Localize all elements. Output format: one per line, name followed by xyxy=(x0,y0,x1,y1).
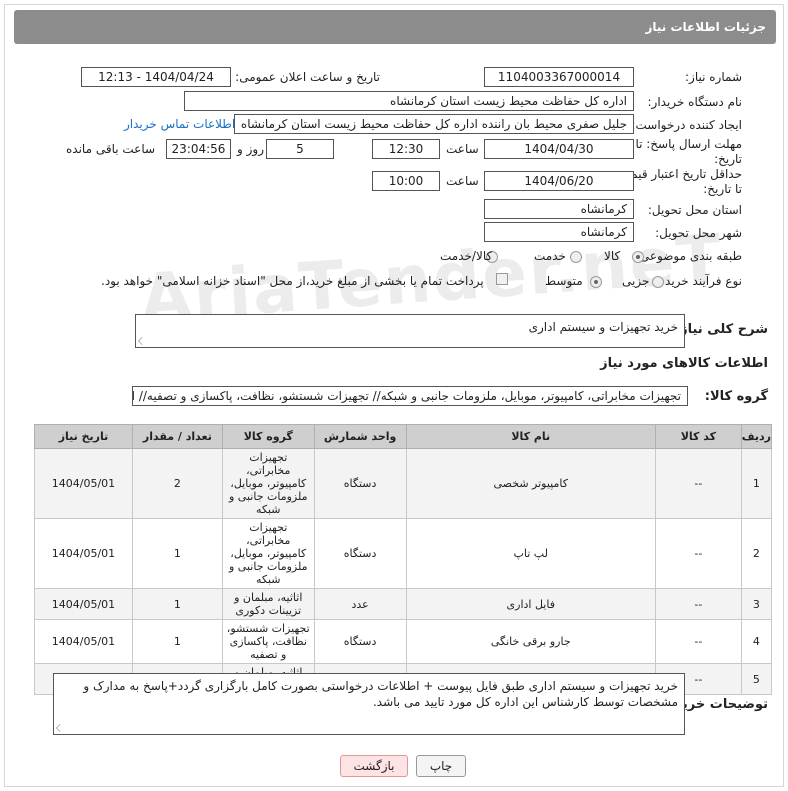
table-row: 4 -- جارو برقی خانگی دستگاه تجهیزات شستش… xyxy=(34,619,773,664)
col-unit: واحد شمارش xyxy=(313,424,407,449)
cell-index: 3 xyxy=(740,588,773,620)
buyer-org-label: نام دستگاه خریدار: xyxy=(647,95,743,109)
items-table: ردیف کد کالا نام کالا واحد شمارش گروه کا… xyxy=(34,424,773,695)
cell-name: جارو برقی خانگی xyxy=(405,619,656,664)
cell-group: تجهیزات مخابراتی، کامپیوتر، موبایل، ملزو… xyxy=(221,518,315,589)
col-date: تاریخ نیاز xyxy=(34,424,133,449)
creator-label: ایجاد کننده درخواست: xyxy=(631,118,742,132)
cell-code: -- xyxy=(654,518,742,589)
table-row: 2 -- لپ تاپ دستگاه تجهیزات مخابراتی، کام… xyxy=(34,518,773,589)
creator-field: جلیل صفری محیط بان راننده اداره کل حفاظت… xyxy=(234,114,634,134)
resize-grip-icon xyxy=(138,337,146,345)
col-code: کد کالا xyxy=(654,424,742,449)
back-button[interactable]: بازگشت xyxy=(340,755,408,777)
cell-name: کامپیوتر شخصی xyxy=(405,448,656,519)
page-title: جزئیات اطلاعات نیاز xyxy=(14,10,776,44)
cell-unit: دستگاه xyxy=(313,448,407,519)
category-option-service: خدمت xyxy=(534,249,566,263)
cell-unit: عدد xyxy=(313,588,407,620)
validity-label: حداقل تاریخ اعتبار قیمت: xyxy=(615,167,742,181)
province-field: کرمانشاه xyxy=(484,199,634,219)
cell-name: لپ تاپ xyxy=(405,518,656,589)
goods-section-title: اطلاعات کالاهای مورد نیاز xyxy=(600,356,768,371)
col-group: گروه کالا xyxy=(221,424,315,449)
summary-text: خرید تجهیزات و سیستم اداری xyxy=(528,320,678,334)
deadline-time-label: ساعت xyxy=(446,142,479,156)
remaining-time-field: 23:04:56 xyxy=(166,139,231,159)
cell-code: -- xyxy=(654,448,742,519)
deadline-label: مهلت ارسال پاسخ: تا xyxy=(635,137,742,151)
validity-label-2: تا تاریخ: xyxy=(703,182,742,196)
summary-textarea[interactable]: خرید تجهیزات و سیستم اداری xyxy=(135,314,685,348)
cell-index: 4 xyxy=(740,619,773,664)
announce-field: 1404/04/24 - 12:13 xyxy=(81,67,231,87)
city-label: شهر محل تحویل: xyxy=(655,226,742,240)
days-label: روز و xyxy=(237,142,264,156)
col-name: نام کالا xyxy=(405,424,656,449)
need-number-field: 1104003367000014 xyxy=(484,67,634,87)
validity-time-field: 10:00 xyxy=(372,171,440,191)
goods-group-field: تجهیزات مخابراتی، کامپیوتر، موبایل، ملزو… xyxy=(132,386,688,406)
deadline-time-field: 12:30 xyxy=(372,139,440,159)
cell-date: 1404/05/01 xyxy=(34,588,133,620)
cell-group: اثاثیه، مبلمان و تزیینات دکوری xyxy=(221,588,315,620)
col-qty: تعداد / مقدار xyxy=(131,424,223,449)
cell-qty: 1 xyxy=(131,619,223,664)
cell-qty: 1 xyxy=(131,588,223,620)
cell-qty: 2 xyxy=(131,448,223,519)
cell-index: 1 xyxy=(740,448,773,519)
category-option-goods: کالا xyxy=(604,249,621,263)
validity-date-field: 1404/06/20 xyxy=(484,171,634,191)
deadline-date-field: 1404/04/30 xyxy=(484,139,634,159)
cell-date: 1404/05/01 xyxy=(34,448,133,519)
cell-code: -- xyxy=(654,619,742,664)
cell-index: 2 xyxy=(740,518,773,589)
cell-date: 1404/05/01 xyxy=(34,619,133,664)
payment-note: پرداخت تمام یا بخشی از مبلغ خرید،از محل … xyxy=(101,274,484,288)
announce-label: تاریخ و ساعت اعلان عمومی: xyxy=(235,70,380,84)
cell-unit: دستگاه xyxy=(313,619,407,664)
table-row: 1 -- کامپیوتر شخصی دستگاه تجهیزات مخابرا… xyxy=(34,448,773,519)
remaining-label: ساعت باقی مانده xyxy=(66,142,156,156)
province-label: استان محل تحویل: xyxy=(647,203,742,217)
days-field: 5 xyxy=(266,139,334,159)
cell-date: 1404/05/01 xyxy=(34,518,133,589)
col-index: ردیف xyxy=(740,424,773,449)
process-label: نوع فرآیند خرید : xyxy=(657,274,742,288)
buyer-notes-text: خرید تجهیزات و سیستم اداری طبق فایل پیوس… xyxy=(83,679,678,709)
deadline-label-2: تاریخ: xyxy=(714,152,742,166)
cell-code: -- xyxy=(654,588,742,620)
cell-group: تجهیزات مخابراتی، کامپیوتر، موبایل، ملزو… xyxy=(221,448,315,519)
cell-qty: 1 xyxy=(131,518,223,589)
category-radio-service[interactable] xyxy=(570,251,582,263)
summary-label: شرح کلی نیاز: xyxy=(674,322,768,337)
category-radio-goods[interactable] xyxy=(632,251,644,263)
process-option-minor: جزیی xyxy=(622,274,650,288)
print-button[interactable]: چاپ xyxy=(416,755,466,777)
city-field: کرمانشاه xyxy=(484,222,634,242)
validity-time-label: ساعت xyxy=(446,174,479,188)
payment-checkbox[interactable] xyxy=(496,273,508,285)
category-option-goods-service: کالا/خدمت xyxy=(440,249,493,263)
process-radio-medium[interactable] xyxy=(590,276,602,288)
resize-grip-icon xyxy=(56,724,64,732)
category-label: طبقه بندی موضوعی: xyxy=(635,249,742,263)
goods-group-label: گروه کالا: xyxy=(704,389,768,404)
cell-group: تجهیزات شستشو، نظافت، پاکسازی و تصفیه xyxy=(221,619,315,664)
need-number-label: شماره نیاز: xyxy=(685,70,742,84)
contact-info-link[interactable]: اطلاعات تماس خریدار xyxy=(124,117,235,131)
cell-index: 5 xyxy=(740,663,773,695)
table-header-row: ردیف کد کالا نام کالا واحد شمارش گروه کا… xyxy=(34,424,773,449)
buyer-notes-textarea[interactable]: خرید تجهیزات و سیستم اداری طبق فایل پیوس… xyxy=(53,673,685,735)
buyer-org-field: اداره کل حفاظت محیط زیست استان کرمانشاه xyxy=(184,91,634,111)
cell-unit: دستگاه xyxy=(313,518,407,589)
process-option-medium: متوسط xyxy=(545,274,583,288)
table-row: 3 -- فایل اداری عدد اثاثیه، مبلمان و تزی… xyxy=(34,588,773,620)
cell-name: فایل اداری xyxy=(405,588,656,620)
process-radio-minor[interactable] xyxy=(652,276,664,288)
